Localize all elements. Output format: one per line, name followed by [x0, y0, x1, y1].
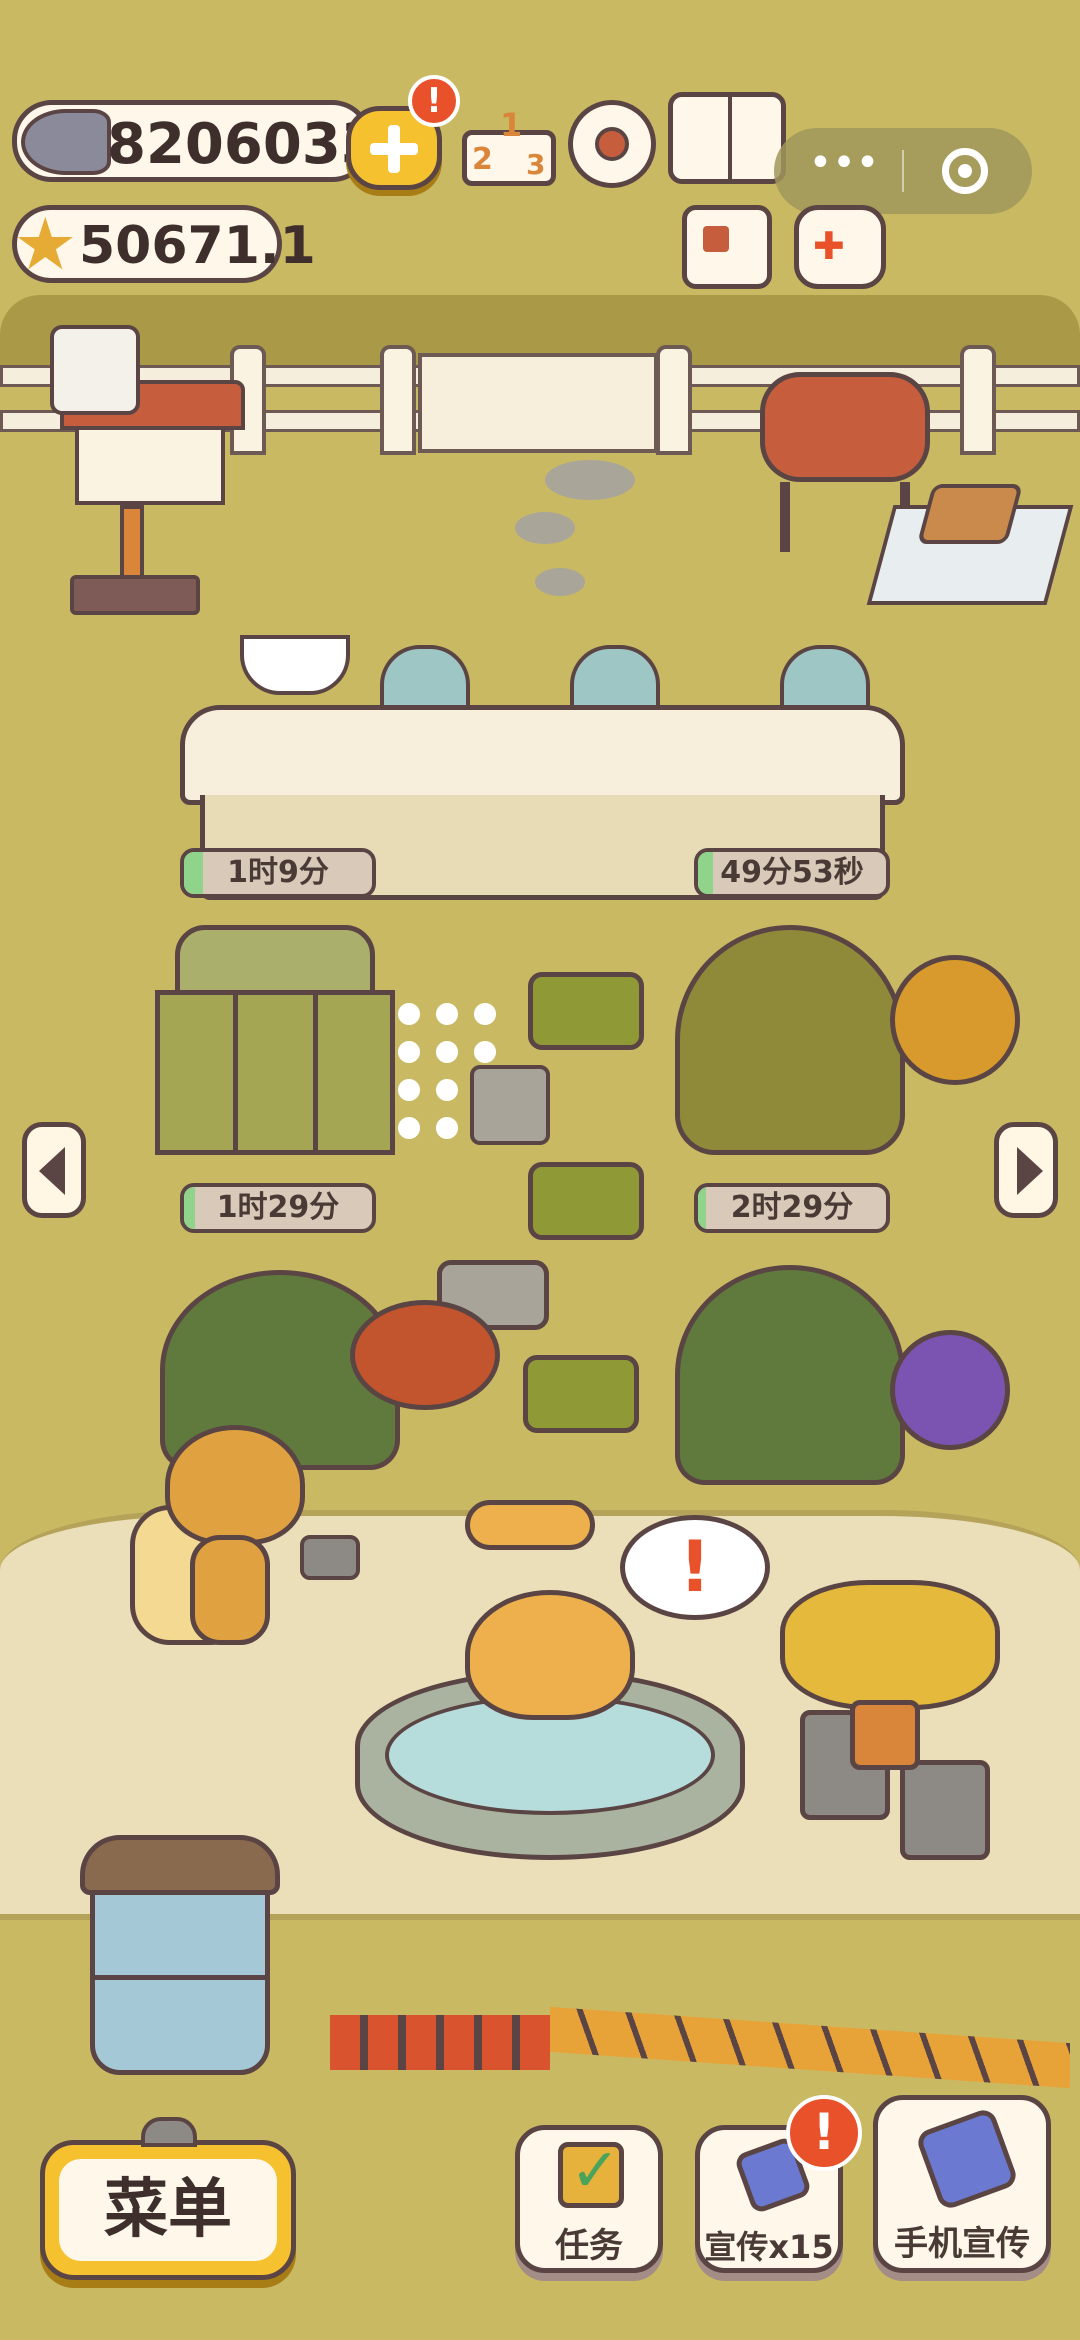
- drawer-cabinet[interactable]: [80, 1835, 280, 2080]
- menu-tag-hook: [141, 2117, 197, 2147]
- promote-badge: !: [786, 2095, 862, 2171]
- phone-icon: [914, 2106, 1020, 2212]
- timer-tea-table-right: 49分53秒: [694, 848, 890, 898]
- checkmark: ✓: [570, 2136, 621, 2206]
- olive-bush[interactable]: [675, 925, 905, 1155]
- grey-stone: [470, 1065, 550, 1145]
- timer-label: 2时29分: [730, 1190, 854, 1225]
- fish-currency: 82060330: [12, 100, 419, 182]
- star-icon: ★: [13, 202, 78, 286]
- fish-icon: [21, 109, 111, 175]
- speech-exclamation: !: [679, 1526, 711, 1608]
- newspaper-icon: [703, 226, 729, 252]
- gamepad-icon: ✚: [813, 224, 845, 268]
- minigame-button[interactable]: ✚: [794, 205, 886, 289]
- timer-label: 1时29分: [216, 1190, 340, 1225]
- settings-button[interactable]: [568, 100, 656, 188]
- menu-label: 菜单: [104, 2173, 232, 2247]
- grass-tile[interactable]: [528, 972, 644, 1050]
- stepping-stones: [515, 460, 655, 600]
- task-label: 任务: [555, 2226, 623, 2266]
- gear-icon: [595, 127, 629, 161]
- rank-2: 2: [472, 142, 493, 177]
- book-icon: [728, 97, 732, 179]
- phone-promote-label: 手机宣传: [894, 2224, 1030, 2264]
- ranking-button[interactable]: 2 1 3: [462, 100, 556, 188]
- news-button[interactable]: [682, 205, 772, 289]
- star-currency: ★ 50671.1: [12, 202, 316, 286]
- more-icon[interactable]: •••: [802, 143, 886, 192]
- target-icon-dot: [958, 164, 972, 178]
- miniprogram-capsule: •••: [774, 128, 1032, 214]
- rank-3: 3: [526, 148, 546, 181]
- green-bush-right[interactable]: [675, 1265, 905, 1485]
- capsule-divider: [902, 150, 904, 192]
- phone-promote-button[interactable]: 手机宣传: [873, 2095, 1051, 2273]
- menu-button[interactable]: 菜单: [40, 2117, 296, 2280]
- firecracker-string: [330, 2005, 1070, 2089]
- menu-button-face: 菜单: [59, 2159, 277, 2261]
- timer-label: 49分53秒: [720, 855, 864, 890]
- birdhouse-shop[interactable]: [40, 325, 250, 615]
- rank-1: 1: [500, 106, 523, 144]
- arrow-left-icon[interactable]: [22, 1122, 86, 1218]
- timer-greenhouse: 1时29分: [180, 1183, 376, 1233]
- plus-badge: !: [408, 75, 460, 127]
- arrow-right-icon[interactable]: [994, 1122, 1058, 1218]
- timer-tea-table: 1时9分: [180, 848, 376, 898]
- star-count: 50671.1: [79, 216, 316, 276]
- red-flowers: [350, 1300, 500, 1410]
- grass-tile[interactable]: [528, 1162, 644, 1240]
- guide-book-button[interactable]: [668, 92, 786, 184]
- plus-icon-vertical: [388, 125, 400, 173]
- sunflowers: [890, 955, 1020, 1085]
- purple-flowers: [890, 1330, 1010, 1450]
- picnic-basket[interactable]: [866, 484, 1074, 605]
- flower-pots[interactable]: [740, 1560, 1030, 1890]
- greenhouse[interactable]: [155, 925, 395, 1160]
- grass-tile[interactable]: [523, 1355, 639, 1433]
- cat-gardener[interactable]: [130, 1405, 370, 1665]
- task-button[interactable]: ✓ 任务: [515, 2125, 663, 2273]
- promote-label: 宣传x15: [704, 2228, 834, 2266]
- timer-olive-bush: 2时29分: [694, 1183, 890, 1233]
- timer-label: 1时9分: [227, 855, 329, 890]
